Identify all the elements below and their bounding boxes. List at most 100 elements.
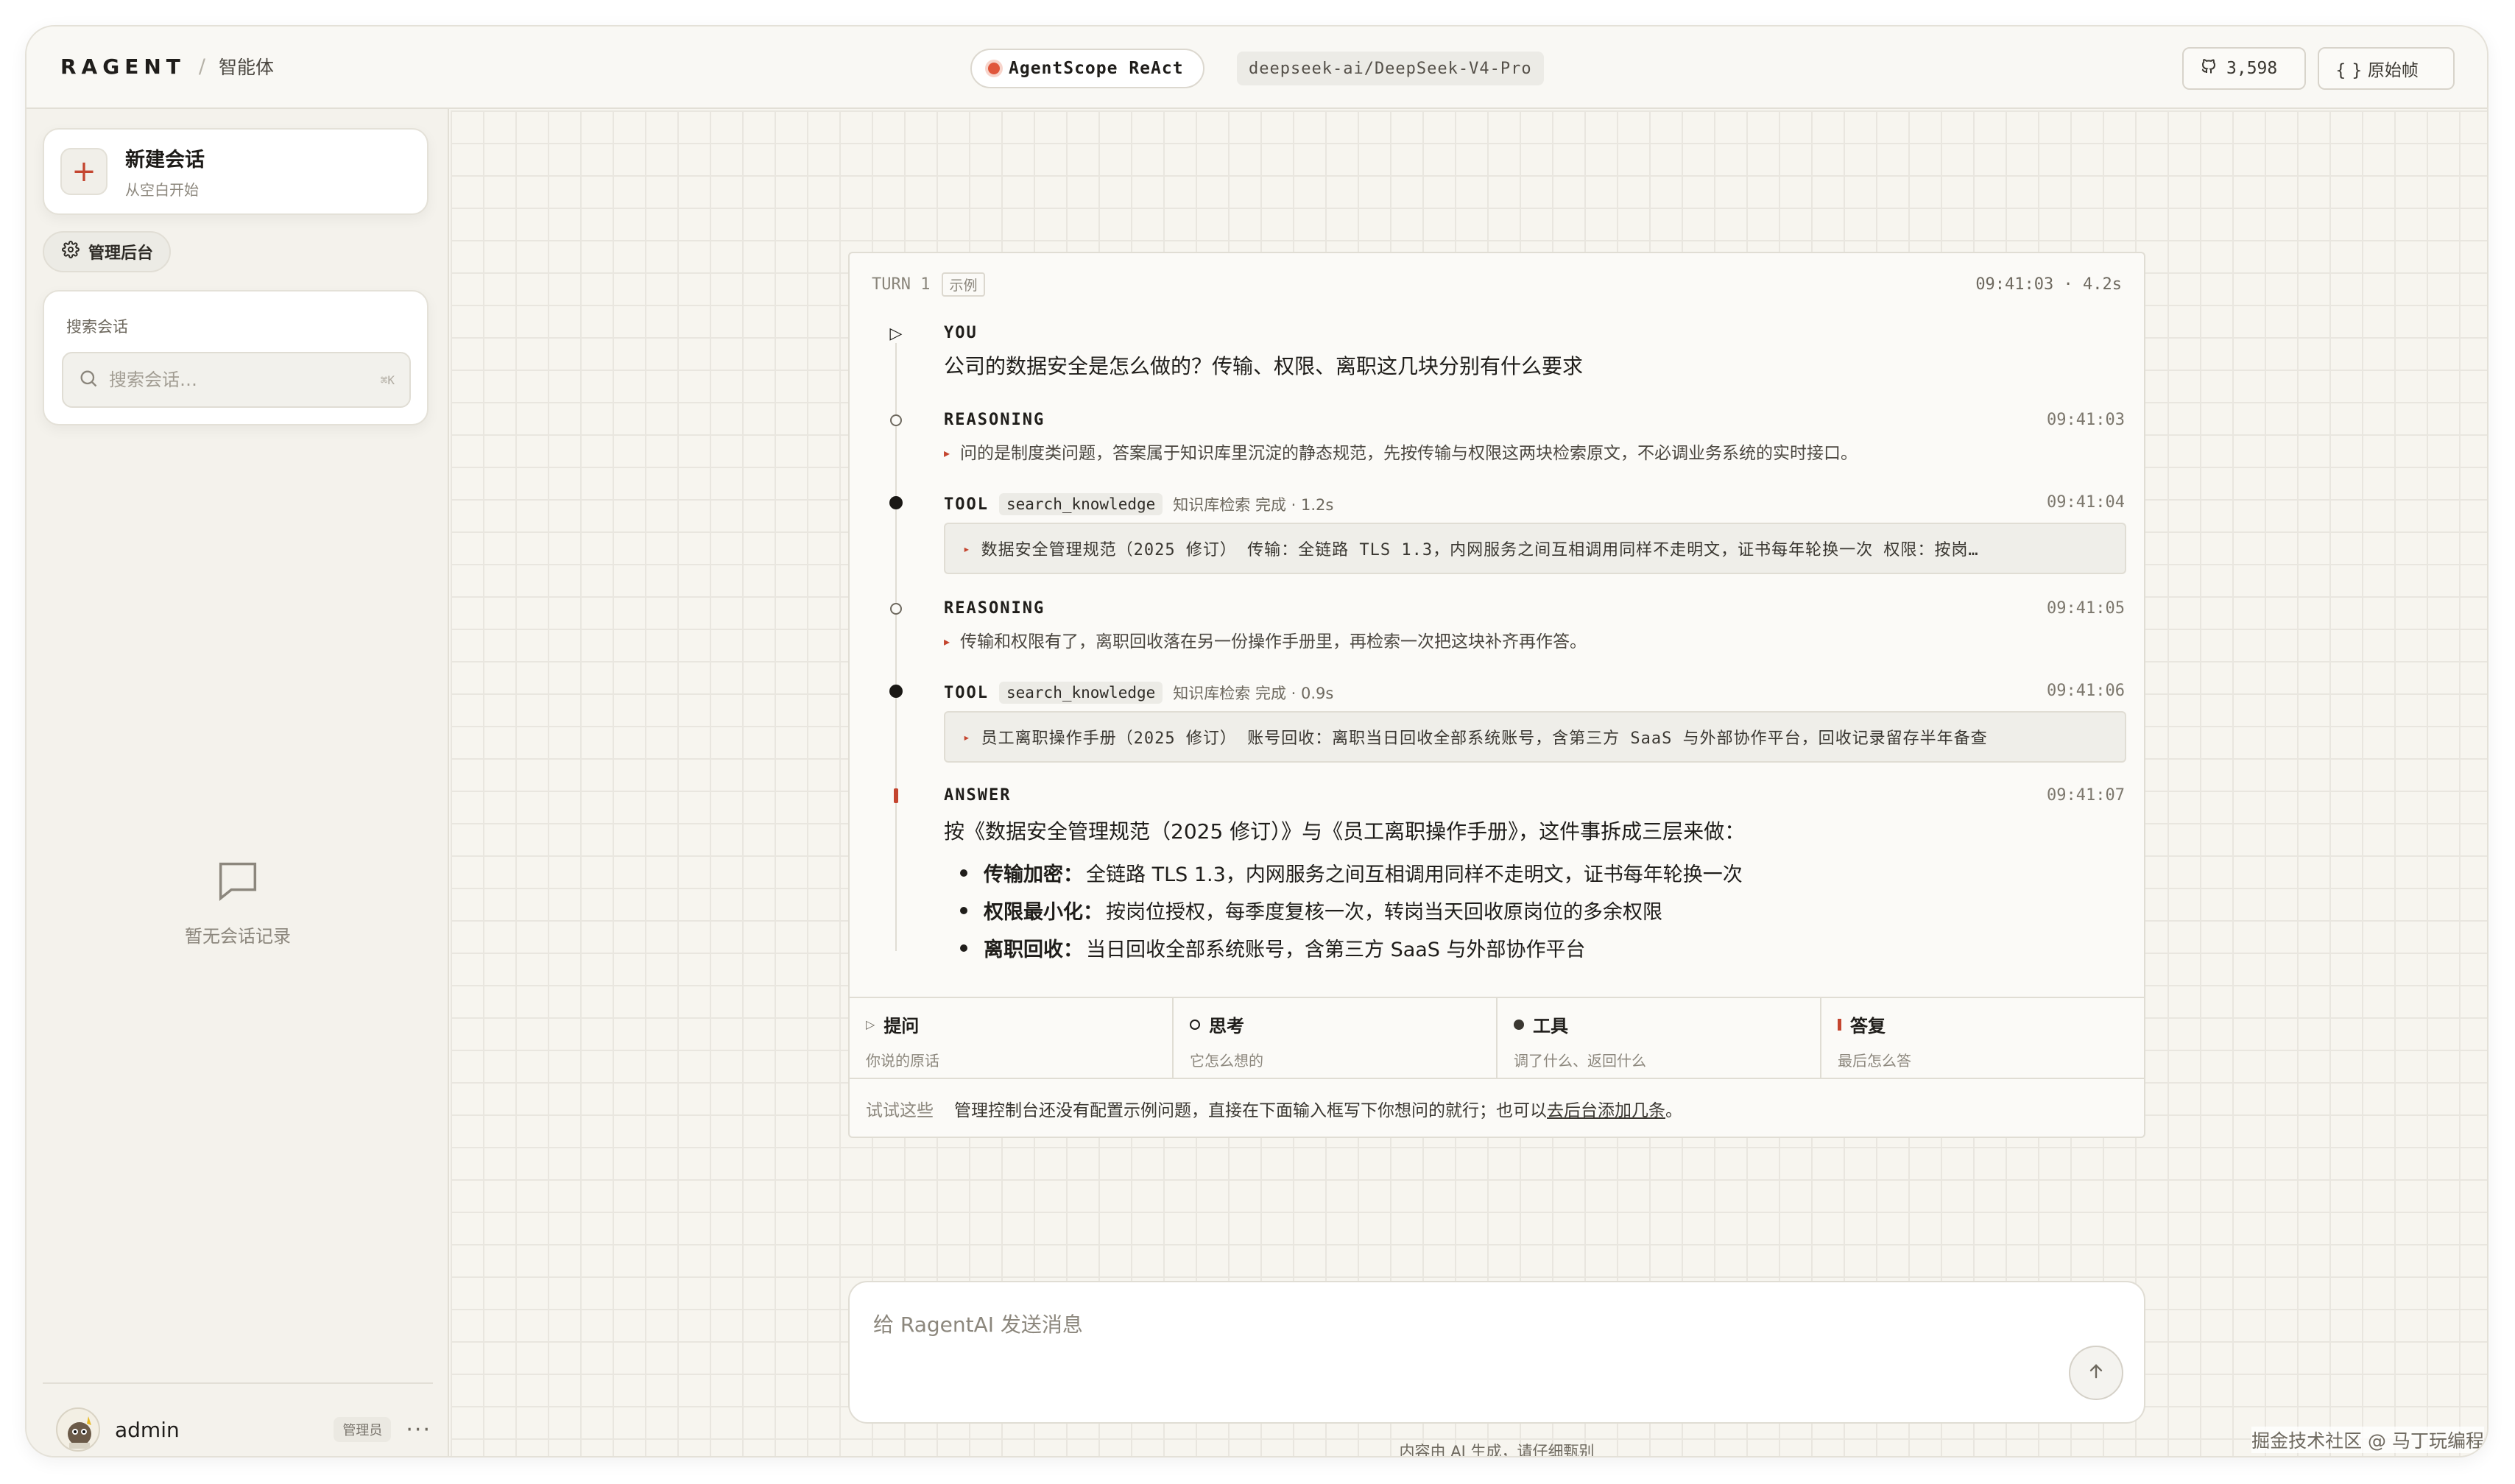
- legend-title: 答复: [1850, 1016, 1886, 1036]
- reasoning-label: REASONING: [944, 411, 1045, 429]
- answer-marker-icon: [1838, 1018, 1841, 1031]
- new-chat-title: 新建会话: [125, 149, 205, 172]
- send-button[interactable]: [2069, 1346, 2123, 1400]
- step-tool: TOOL search_knowledge 知识库检索 完成 · 0.9s 09…: [850, 682, 2144, 770]
- try-text: 管理控制台还没有配置示例问题，直接在下面输入框写下你想问的就行；也可以: [954, 1101, 1547, 1120]
- item-text: 当日回收全部系统账号，含第三方 SaaS 与外部协作平台: [1086, 939, 1586, 961]
- top-header: RAGENT / 智能体 AgentScope ReAct deepseek-a…: [27, 26, 2487, 109]
- add-examples-link[interactable]: 去后台添加几条: [1547, 1096, 1665, 1121]
- more-options-icon[interactable]: ···: [406, 1417, 431, 1443]
- turn-header: TURN 1 示例 09:41:03 · 4.2s: [872, 269, 2122, 299]
- item-title: 传输加密：: [984, 863, 1083, 886]
- answer-list: 传输加密： 全链路 TLS 1.3，内网服务之间互相调用同样不走明文，证书每年轮换…: [960, 854, 1743, 967]
- step-time: 09:41:07: [2047, 786, 2125, 805]
- step-time: 09:41:05: [2047, 599, 2125, 618]
- message-input[interactable]: [873, 1309, 2022, 1353]
- watermark: 掘金技术社区 @ 马丁玩编程: [2251, 1427, 2484, 1453]
- search-input[interactable]: [109, 370, 381, 390]
- arrow-up-icon: [2086, 1361, 2106, 1385]
- gear-icon: [62, 241, 80, 263]
- message-composer: [848, 1281, 2145, 1424]
- answer-intro: 按《数据安全管理规范（2025 修订）》与《员工离职操作手册》，这件事拆成三层来…: [944, 819, 1746, 844]
- avatar: [56, 1407, 100, 1452]
- expand-arrow-icon: ▸: [963, 541, 971, 556]
- item-text: 全链路 TLS 1.3，内网服务之间互相调用同样不走明文，证书每年轮换一次: [1086, 863, 1743, 886]
- example-badge: 示例: [942, 272, 985, 297]
- try-end: 。: [1665, 1101, 1682, 1120]
- search-label: 搜索会话: [66, 318, 128, 336]
- search-panel: 搜索会话 ⌘K: [43, 290, 428, 425]
- answer-label: ANSWER: [944, 786, 1012, 805]
- item-title: 权限最小化：: [984, 901, 1103, 924]
- legend-sub: 它怎么想的: [1190, 1052, 1263, 1070]
- raw-frames-button[interactable]: { } 原始帧: [2318, 47, 2455, 90]
- main-area: TURN 1 示例 09:41:03 · 4.2s ▷ YOU 公司的数据安全是…: [451, 110, 2487, 1458]
- search-icon: [78, 368, 99, 392]
- new-chat-button[interactable]: + 新建会话 从空白开始: [43, 128, 428, 215]
- legend-item-ask: ▷ 提问 你说的原话: [850, 998, 1174, 1078]
- play-icon: ▷: [866, 1017, 875, 1031]
- tool-result[interactable]: ▸ 数据安全管理规范（2025 修订） 传输：全链路 TLS 1.3，内网服务之间…: [944, 523, 2126, 574]
- circle-filled-icon: [1514, 1019, 1524, 1030]
- admin-console-button[interactable]: 管理后台: [43, 231, 172, 272]
- reasoning-text[interactable]: ▸ 问的是制度类问题，答案属于知识库里沉淀的静态规范，先按传输与权限这两块检索原文…: [944, 439, 1858, 464]
- sidebar-divider: [43, 1382, 433, 1384]
- empty-history-text: 暂无会话记录: [185, 926, 291, 947]
- turn-time: 09:41:03 · 4.2s: [1975, 275, 2122, 294]
- chat-bubble-icon: [212, 862, 264, 910]
- model-badge: deepseek-ai/DeepSeek-V4-Pro: [1237, 52, 1544, 85]
- legend-title: 思考: [1209, 1016, 1244, 1036]
- legend-title: 工具: [1533, 1016, 1568, 1036]
- tool-name: search_knowledge: [998, 493, 1163, 515]
- expand-arrow-icon: ▸: [944, 635, 950, 649]
- turn-card: TURN 1 示例 09:41:03 · 4.2s ▷ YOU 公司的数据安全是…: [848, 252, 2145, 1138]
- turn-title: TURN 1: [872, 275, 931, 294]
- circle-outline-icon: [885, 409, 907, 431]
- tool-label: TOOL: [944, 683, 989, 702]
- username: admin: [115, 1417, 180, 1442]
- answer-marker-icon: [885, 785, 907, 807]
- agent-label: AgentScope ReAct: [1009, 59, 1184, 78]
- sidebar: + 新建会话 从空白开始 管理后台 搜索会话 ⌘K: [27, 109, 449, 1456]
- reasoning-label: REASONING: [944, 599, 1045, 618]
- step-reasoning: REASONING 09:41:05 ▸ 传输和权限有了，离职回收落在另一份操作手…: [850, 599, 2144, 651]
- brand-subtitle: 智能体: [218, 57, 274, 78]
- tool-name: search_knowledge: [998, 682, 1163, 704]
- agent-selector[interactable]: AgentScope ReAct: [970, 49, 1204, 88]
- legend-title: 提问: [883, 1016, 920, 1036]
- empty-history: 暂无会话记录: [27, 855, 449, 947]
- circle-filled-icon: [885, 680, 907, 702]
- legend-sub: 你说的原话: [866, 1052, 939, 1070]
- list-item: 离职回收： 当日回收全部系统账号，含第三方 SaaS 与外部协作平台: [960, 929, 1743, 967]
- reasoning-text[interactable]: ▸ 传输和权限有了，离职回收落在另一份操作手册里，再检索一次把这块补齐再作答。: [944, 627, 1587, 652]
- tool-label: TOOL: [944, 495, 989, 514]
- list-item: 权限最小化： 按岗位授权，每季度复核一次，转岗当天回收原岗位的多余权限: [960, 891, 1743, 929]
- you-question: 公司的数据安全是怎么做的？传输、权限、离职这几块分别有什么要求: [944, 354, 1584, 378]
- step-you: ▷ YOU 公司的数据安全是怎么做的？传输、权限、离职这几块分别有什么要求: [850, 324, 2144, 378]
- tool-result[interactable]: ▸ 员工离职操作手册（2025 修订） 账号回收：离职当日回收全部系统账号，含第三…: [944, 711, 2126, 763]
- tool-result-text: 数据安全管理规范（2025 修订） 传输：全链路 TLS 1.3，内网服务之间互…: [981, 541, 1979, 559]
- you-label: YOU: [944, 324, 978, 342]
- reasoning-content: 问的是制度类问题，答案属于知识库里沉淀的静态规范，先按传输与权限这两块检索原文，…: [960, 444, 1858, 463]
- tool-result-text: 员工离职操作手册（2025 修订） 账号回收：离职当日回收全部系统账号，含第三方…: [981, 729, 1988, 748]
- github-icon: [2200, 57, 2218, 80]
- new-chat-subtitle: 从空白开始: [125, 181, 199, 199]
- legend-sub: 最后怎么答: [1838, 1052, 1911, 1070]
- expand-arrow-icon: ▸: [963, 729, 971, 744]
- step-time: 09:41:03: [2047, 411, 2125, 429]
- admin-console-label: 管理后台: [88, 244, 154, 263]
- try-label: 试试这些: [866, 1101, 934, 1120]
- search-box[interactable]: ⌘K: [62, 352, 411, 408]
- expand-arrow-icon: ▸: [944, 446, 950, 460]
- stars-count: 3,598: [2226, 59, 2278, 78]
- ai-disclaimer: 内容由 AI 生成，请仔细甄别: [1399, 1443, 1595, 1458]
- github-stars-button[interactable]: 3,598: [2182, 47, 2306, 90]
- try-these-row: 试试这些 管理控制台还没有配置示例问题，直接在下面输入框写下你想问的就行；也可以…: [850, 1078, 2144, 1138]
- step-reasoning: REASONING 09:41:03 ▸ 问的是制度类问题，答案属于知识库里沉淀的…: [850, 409, 2144, 464]
- user-profile[interactable]: admin 管理员 ···: [56, 1406, 431, 1453]
- item-title: 离职回收：: [984, 939, 1083, 961]
- circle-outline-icon: [1190, 1019, 1200, 1030]
- tool-header: TOOL search_knowledge 知识库检索 完成 · 0.9s: [944, 682, 1333, 704]
- legend: ▷ 提问 你说的原话 思考 它怎么想的 工具 调了什么、返回什么 答复 最后怎么答: [850, 997, 2144, 1078]
- list-item: 传输加密： 全链路 TLS 1.3，内网服务之间互相调用同样不走明文，证书每年轮换…: [960, 854, 1743, 891]
